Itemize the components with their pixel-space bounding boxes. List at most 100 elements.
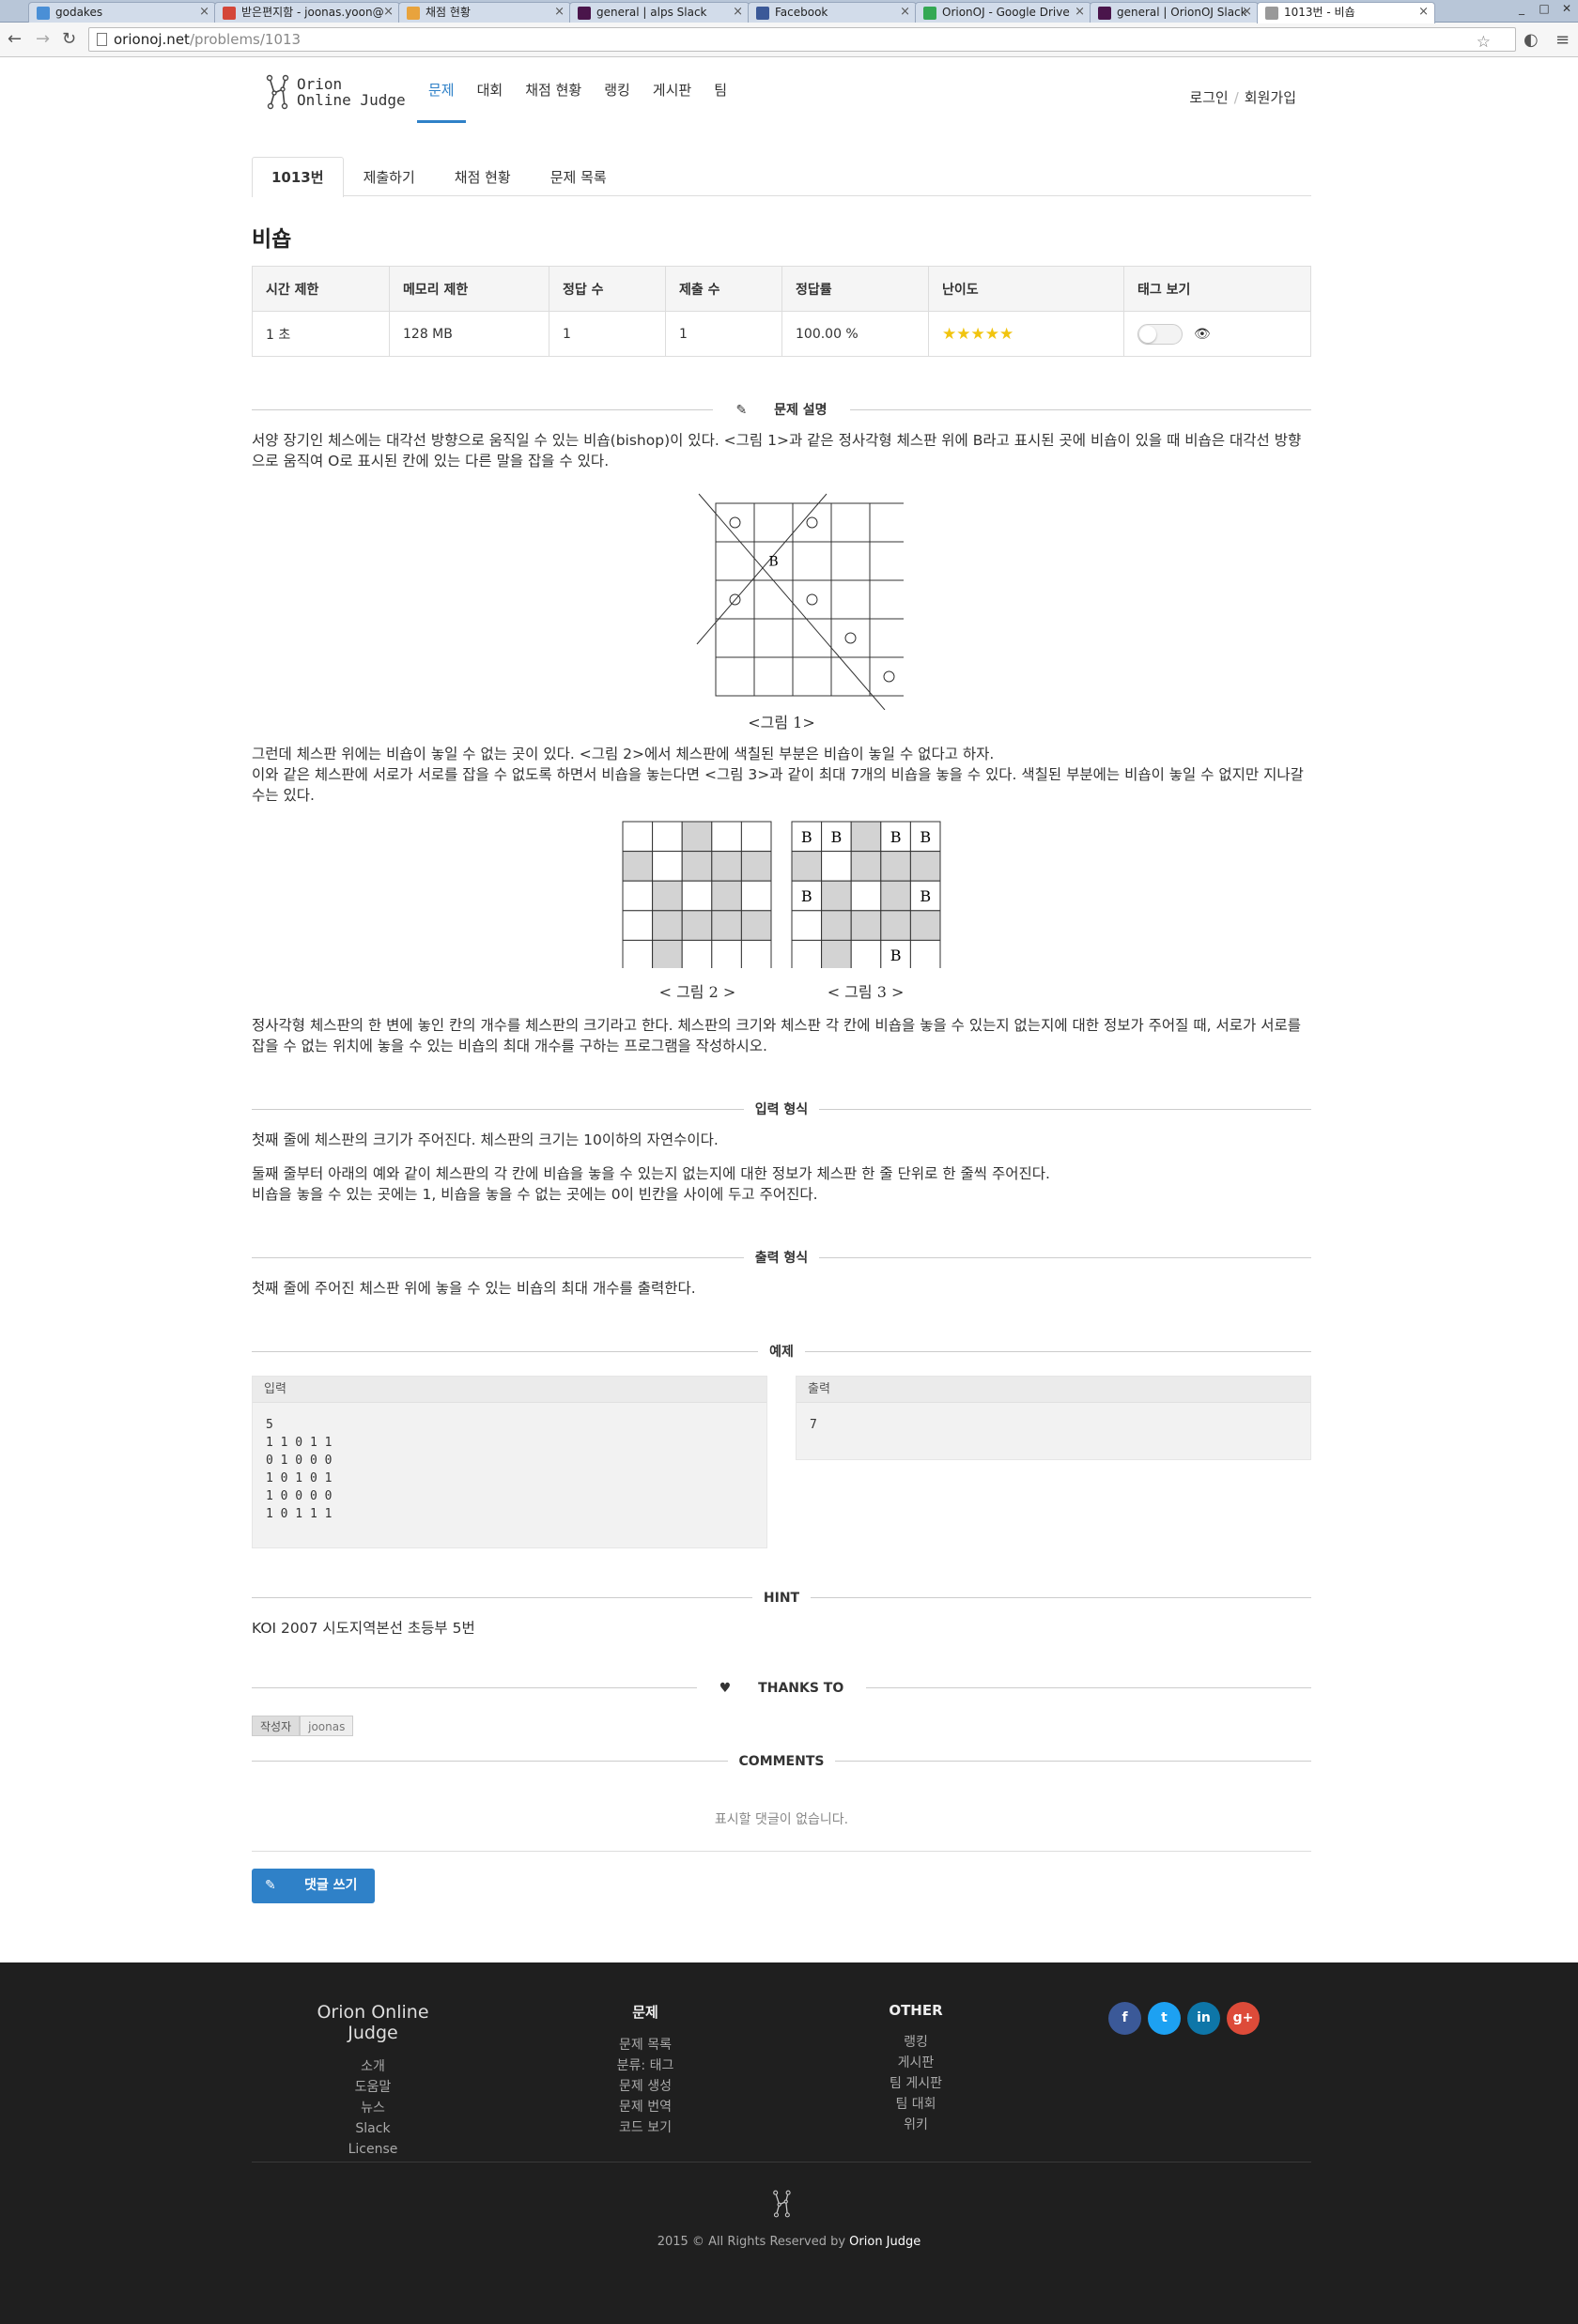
write-comment-button[interactable]: ✎ 댓글 쓰기	[252, 1869, 375, 1903]
back-icon[interactable]: ←	[8, 30, 22, 49]
bookmark-star-icon[interactable]: ☆	[1477, 31, 1491, 54]
tab-favicon-icon	[756, 7, 769, 20]
browser-tab[interactable]: 1013번 - 비숍 ×	[1257, 2, 1435, 23]
footer-link[interactable]: 문제 생성	[589, 2076, 702, 2097]
copyright-brand[interactable]: Orion Judge	[849, 2235, 920, 2249]
info-value-row: 1 초 128 MB 1 1 100.00 % ★★★★★ 👁	[252, 311, 1311, 357]
footer-link[interactable]: 게시판	[859, 2053, 972, 2073]
browser-tab[interactable]: 채점 현황 ×	[398, 2, 571, 23]
board-cell	[741, 939, 772, 968]
reload-icon[interactable]: ↻	[62, 30, 76, 49]
sample-input-text[interactable]: 5 1 1 0 1 1 0 1 0 0 0 1 0 1 0 1 1 0 0 0 …	[253, 1403, 766, 1540]
forward-icon[interactable]: →	[36, 30, 50, 49]
tab-problem-number[interactable]: 1013번	[252, 157, 344, 197]
footer-link[interactable]: 도움말	[293, 2077, 453, 2098]
nav-ranking[interactable]: 랭킹	[593, 57, 642, 123]
hint-heading: HINT	[252, 1588, 1311, 1607]
tab-close-icon[interactable]: ×	[554, 3, 565, 22]
close-window-icon[interactable]: ✕	[1555, 0, 1578, 17]
board-cell	[652, 880, 684, 912]
tab-status[interactable]: 채점 현황	[435, 157, 531, 196]
tab-close-icon[interactable]: ×	[733, 3, 743, 22]
logo-text: Orion Online Judge	[297, 76, 406, 108]
tab-close-icon[interactable]: ×	[1075, 3, 1085, 22]
input-p2: 둘째 줄부터 아래의 예와 같이 체스판의 각 칸에 비숍을 놓을 수 있는지 …	[252, 1165, 1050, 1182]
google-plus-icon[interactable]: g+	[1227, 2002, 1260, 2035]
address-bar[interactable]: orionoj.net/problems/1013 ☆	[88, 27, 1516, 52]
header-time-limit: 시간 제한	[252, 266, 390, 312]
menu-icon[interactable]: ≡	[1555, 30, 1570, 50]
nav-problems[interactable]: 문제	[417, 57, 466, 123]
footer-link[interactable]: 팀 대회	[859, 2094, 972, 2115]
copyright-text: 2015 © All Rights Reserved by	[657, 2235, 850, 2249]
nav-team[interactable]: 팀	[703, 57, 738, 123]
footer-link[interactable]: License	[293, 2139, 453, 2160]
signup-link[interactable]: 회원가입	[1245, 89, 1296, 106]
footer-link[interactable]: 위키	[859, 2115, 972, 2135]
no-comments-text: 표시할 댓글이 없습니다.	[252, 1809, 1311, 1852]
footer-link[interactable]: 팀 게시판	[859, 2073, 972, 2094]
footer-link[interactable]: 랭킹	[859, 2032, 972, 2053]
footer-link[interactable]: 분류: 태그	[589, 2055, 702, 2076]
sample-output-text[interactable]: 7	[797, 1403, 1310, 1451]
eye-icon[interactable]: 👁	[1194, 327, 1211, 342]
browser-tab[interactable]: general | OrionOJ Slack ×	[1090, 2, 1259, 23]
sample-input-label: 입력	[253, 1377, 766, 1403]
figures-2-3: < 그림 2 > BBBBBBB < 그림 3 >	[252, 821, 1311, 1002]
minimize-icon[interactable]: _	[1510, 0, 1533, 17]
maximize-icon[interactable]: □	[1533, 0, 1555, 17]
linkedin-icon[interactable]: in	[1187, 2002, 1220, 2035]
site-logo[interactable]: Orion Online Judge	[265, 74, 406, 110]
footer-link[interactable]: 문제 목록	[589, 2035, 702, 2055]
login-link[interactable]: 로그인	[1189, 89, 1228, 106]
tab-problem-list[interactable]: 문제 목록	[531, 157, 627, 196]
tab-close-icon[interactable]: ×	[900, 3, 910, 22]
bishop-marker: B	[768, 555, 778, 570]
footer-link[interactable]: Slack	[293, 2118, 453, 2139]
board-cell	[652, 939, 684, 968]
board-cell	[711, 851, 743, 882]
footer-link[interactable]: 문제 번역	[589, 2097, 702, 2117]
orion-logo-icon	[266, 74, 289, 110]
board-cell	[711, 939, 743, 968]
footer-link[interactable]: 소개	[293, 2056, 453, 2077]
nav-board[interactable]: 게시판	[642, 57, 703, 123]
tag-toggle[interactable]	[1137, 323, 1183, 345]
twitter-icon[interactable]: t	[1148, 2002, 1181, 2035]
board-cell	[820, 851, 852, 882]
board-cell	[879, 880, 911, 912]
board-cell	[622, 939, 654, 968]
board-cell	[850, 851, 881, 882]
capture-marker	[844, 632, 857, 644]
tab-close-icon[interactable]: ×	[1242, 3, 1252, 22]
facebook-icon[interactable]: f	[1108, 2002, 1141, 2035]
browser-tab[interactable]: Facebook ×	[748, 2, 917, 23]
output-heading: 출력 형식	[252, 1248, 1311, 1267]
extension-icon[interactable]: ◐	[1524, 30, 1539, 50]
browser-tab[interactable]: general | alps Slack ×	[569, 2, 750, 23]
footer-link[interactable]: 코드 보기	[589, 2117, 702, 2138]
tab-close-icon[interactable]: ×	[383, 3, 394, 22]
tab-close-icon[interactable]: ×	[199, 3, 209, 22]
capture-marker	[806, 593, 818, 606]
browser-tab-strip: godakes × 받은편지함 - joonas.yoon@ × 채점 현황 × gener…	[0, 0, 1578, 23]
browser-tab[interactable]: 받은편지함 - joonas.yoon@ ×	[214, 2, 400, 23]
tab-submit[interactable]: 제출하기	[344, 157, 435, 196]
hint-heading-label: HINT	[751, 1591, 812, 1606]
browser-tab[interactable]: godakes ×	[28, 2, 216, 23]
tab-title: 받은편지함 - joonas.yoon@	[241, 6, 384, 19]
window-controls: _ □ ✕	[1510, 0, 1578, 19]
thanks-badge: 작성자 joonas	[252, 1716, 1311, 1736]
board-cell	[741, 880, 772, 912]
footer-link[interactable]: 뉴스	[293, 2098, 453, 2118]
nav-status[interactable]: 채점 현황	[514, 57, 593, 123]
header-submissions: 제출 수	[665, 266, 782, 312]
board-cell	[711, 910, 743, 941]
auth-separator: /	[1233, 89, 1239, 106]
browser-tab[interactable]: OrionOJ - Google Drive ×	[915, 2, 1091, 23]
tab-close-icon[interactable]: ×	[1418, 3, 1429, 22]
nav-contests[interactable]: 대회	[466, 57, 515, 123]
board-cell	[909, 851, 941, 882]
thanks-user[interactable]: joonas	[300, 1716, 354, 1736]
description-p2: 그런데 체스판 위에는 비숍이 놓일 수 없는 곳이 있다. <그림 2>에서 …	[252, 746, 995, 762]
